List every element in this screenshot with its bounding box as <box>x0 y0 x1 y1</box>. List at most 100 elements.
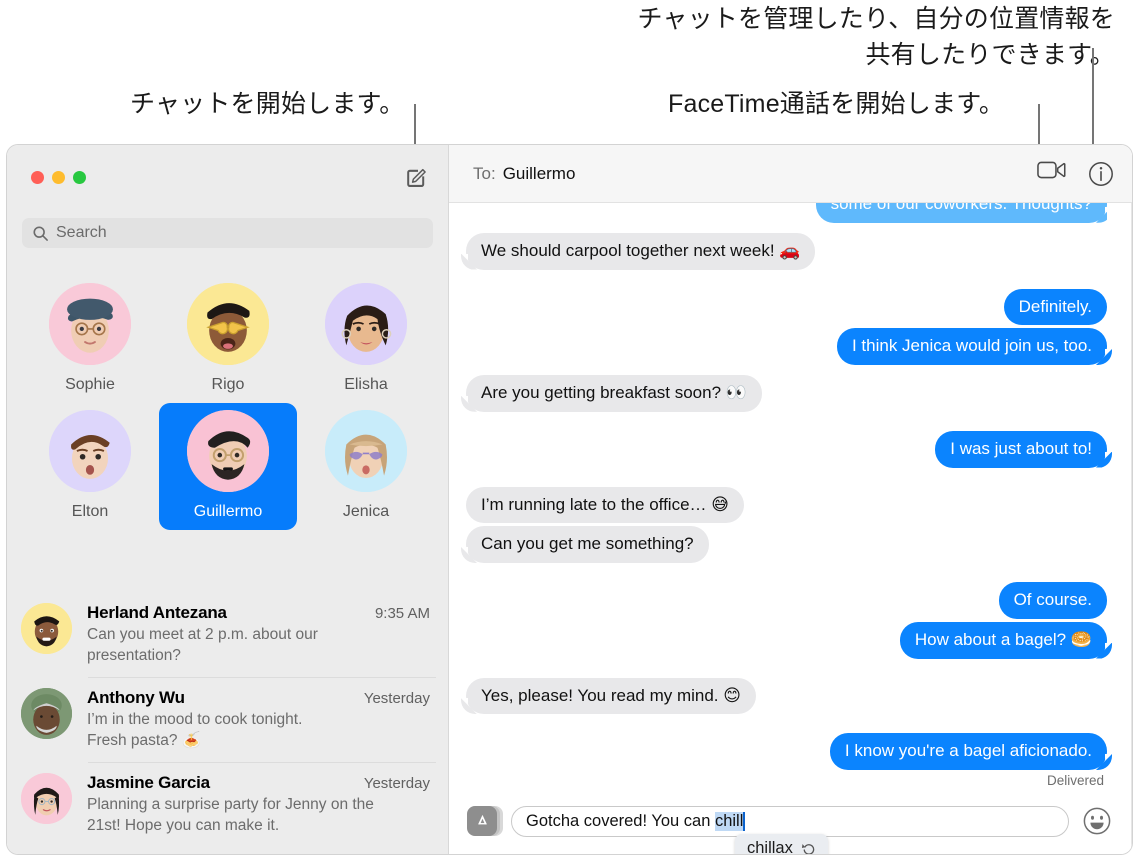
message-row: I’m running late to the office… 😅 <box>466 486 1107 524</box>
conversation-preview-text: Planning a surprise party for Jenny on t… <box>87 796 374 835</box>
conversation-body: Jasmine Garcia Yesterday Planning a surpri… <box>87 773 430 836</box>
pinned-contact-label: Elisha <box>344 376 388 393</box>
incoming-message-bubble[interactable]: Yes, please! You read my mind. 😊 <box>456 677 756 715</box>
message-row: We should carpool together next week! 🚗 <box>455 232 1107 270</box>
typed-text: Gotcha covered! You can <box>526 811 715 830</box>
pinned-contact-label: Rigo <box>211 376 245 393</box>
maximize-button[interactable] <box>73 171 86 184</box>
to-label: To: <box>473 163 496 183</box>
video-camera-icon[interactable] <box>1037 159 1066 188</box>
autocomplete-suggestion[interactable]: chillax <box>735 834 828 854</box>
outgoing-message-bubble[interactable]: I think Jenica would join us, too. <box>836 328 1118 365</box>
message-row: Definitely. <box>466 288 1107 326</box>
pinned-contact-jenica[interactable]: Jenica <box>297 403 435 530</box>
pinned-contact-label: Guillermo <box>193 503 263 520</box>
message-input-bar: Gotcha covered! You can chill chillax <box>449 788 1132 854</box>
text-caret <box>743 811 746 831</box>
pinned-contact-elisha[interactable]: Elisha <box>297 276 435 403</box>
search-placeholder: Search <box>56 224 107 241</box>
conversation-sender-name: Anthony Wu <box>87 688 185 708</box>
callout-info-line1: チャットを管理したり、自分の位置情報を <box>637 5 1115 33</box>
pinned-contact-elton[interactable]: Elton <box>21 403 159 530</box>
app-store-icon[interactable] <box>467 805 503 837</box>
outgoing-message-bubble[interactable]: some of our coworkers. Thoughts? <box>815 203 1107 223</box>
outgoing-message-bubble[interactable]: I know you're a bagel aficionado. <box>829 733 1118 770</box>
chat-panel: To: Guillermo some of our coworkers. Tho… <box>449 145 1132 854</box>
chat-header: To: Guillermo <box>449 145 1132 203</box>
conversation-timestamp: Yesterday <box>363 690 430 708</box>
outgoing-message-bubble[interactable]: I was just about to! <box>935 430 1117 468</box>
app-store-glyph <box>467 806 497 836</box>
callout-compose-label: チャットを開始します。 <box>130 90 405 118</box>
pinned-contact-label: Elton <box>71 503 109 520</box>
delivered-status-row: Delivered <box>466 773 1107 788</box>
callout-info-label: チャットを管理したり、自分の位置情報を共有したりできます。 <box>637 2 1115 73</box>
conversation-timestamp: 9:35 AM <box>374 605 430 622</box>
incoming-message-bubble[interactable]: We should carpool together next week! 🚗 <box>455 232 816 270</box>
message-row: I was just about to! <box>466 430 1117 468</box>
search-icon <box>32 225 49 242</box>
message-row: I know you're a bagel aficionado. <box>466 733 1118 770</box>
conversation-list-item[interactable]: Anthony Wu Yesterday I’m in the mood to co… <box>7 677 448 762</box>
smiley-face-icon[interactable] <box>1083 807 1111 835</box>
conversation-header: Herland Antezana 9:35 AM <box>87 603 430 623</box>
callout-facetime-label: FaceTime通話を開始します。 <box>668 90 1005 118</box>
avatar <box>187 410 269 492</box>
pinned-contact-label: Jenica <box>342 503 390 520</box>
recipient-name[interactable]: Guillermo <box>503 164 576 184</box>
message-row: I think Jenica would join us, too. <box>466 328 1118 365</box>
avatar <box>325 410 407 492</box>
close-button[interactable] <box>31 171 44 184</box>
window-traffic-lights <box>31 171 86 184</box>
callout-info-line2: 共有したりできます。 <box>865 40 1115 69</box>
message-row: some of our coworkers. Thoughts? <box>466 203 1107 223</box>
message-text-field[interactable]: Gotcha covered! You can chill <box>511 805 1069 837</box>
compose-icon[interactable] <box>404 166 428 190</box>
conversation-list-item[interactable]: Herland Antezana 9:35 AM Can you meet at 2… <box>7 592 448 677</box>
pinned-contact-label: Sophie <box>65 376 115 393</box>
avatar <box>49 283 131 365</box>
minimize-button[interactable] <box>52 171 65 184</box>
messages-app-window: Search Sophie Rigo Elisha Elton Guillermo Jen… <box>7 145 1132 854</box>
conversation-body: Herland Antezana 9:35 AM Can you meet at 2… <box>87 603 430 666</box>
message-row: Yes, please! You read my mind. 😊 <box>456 677 1107 715</box>
panel-edge-rule <box>1131 203 1132 854</box>
avatar <box>21 688 72 740</box>
status-badge: Delivered <box>1046 773 1104 788</box>
avatar <box>187 283 269 365</box>
incoming-message-bubble[interactable]: Are you getting breakfast soon? 👀 <box>456 375 762 412</box>
avatar <box>49 410 131 492</box>
typed-text-selected: chill <box>714 811 744 831</box>
conversation-sender-name: Herland Antezana <box>87 603 227 622</box>
undo-arrow-icon[interactable] <box>801 841 816 854</box>
search-input[interactable]: Search <box>22 218 433 248</box>
conversation-header: Anthony Wu Yesterday <box>87 688 430 708</box>
incoming-message-bubble[interactable]: I’m running late to the office… 😅 <box>466 486 744 524</box>
outgoing-message-bubble[interactable]: Definitely. <box>1003 288 1107 326</box>
info-circle-icon[interactable] <box>1088 161 1114 187</box>
conversation-sender-name: Jasmine Garcia <box>87 773 210 793</box>
conversation-list-item[interactable]: Jasmine Garcia Yesterday Planning a surpri… <box>7 762 448 847</box>
message-row: Of course. <box>466 582 1107 619</box>
conversation-preview-text: Can you meet at 2 p.m. about our present… <box>87 626 318 664</box>
sidebar: Search Sophie Rigo Elisha Elton Guillermo Jen… <box>7 145 449 854</box>
pinned-contact-sophie[interactable]: Sophie <box>21 276 159 403</box>
outgoing-message-bubble[interactable]: Of course. <box>998 582 1107 619</box>
outgoing-message-bubble[interactable]: How about a bagel? 🥯 <box>899 621 1118 659</box>
conversation-timestamp: Yesterday <box>363 775 430 793</box>
message-thread[interactable]: some of our coworkers. Thoughts? We shoul… <box>449 203 1132 788</box>
autocomplete-word: chillax <box>747 839 793 854</box>
conversation-preview-text: I’m in the mood to cook tonight. Fresh p… <box>87 711 303 749</box>
pinned-contact-guillermo[interactable]: Guillermo <box>159 403 297 530</box>
avatar <box>21 603 72 654</box>
pinned-contact-rigo[interactable]: Rigo <box>159 276 297 403</box>
message-row: Can you get me something? <box>456 526 1107 563</box>
conversation-header: Jasmine Garcia Yesterday <box>87 773 430 793</box>
message-row: How about a bagel? 🥯 <box>466 621 1118 659</box>
incoming-message-bubble[interactable]: Can you get me something? <box>456 526 709 563</box>
